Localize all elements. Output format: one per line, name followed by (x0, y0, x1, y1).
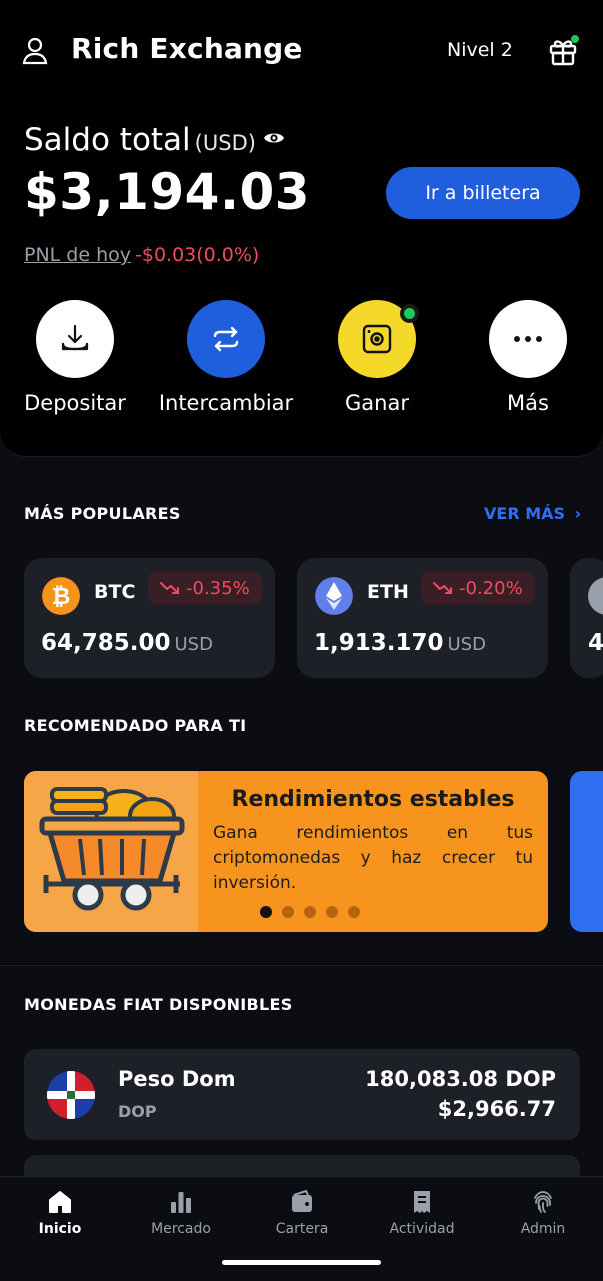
eth-symbol: ETH (367, 581, 409, 603)
dominican-flag-icon (47, 1071, 95, 1119)
nav-activity[interactable]: Actividad (362, 1189, 482, 1237)
fiat-usd-value: $2,966.77 (437, 1097, 556, 1121)
promo-dot[interactable] (260, 906, 272, 918)
nav-home-label: Inicio (38, 1221, 82, 1237)
home-indicator[interactable] (222, 1260, 381, 1265)
promo-banner[interactable]: Rendimientos estables Gana rendimientos … (24, 771, 548, 932)
promo-dot[interactable] (282, 906, 294, 918)
nav-market-label: Mercado (151, 1221, 211, 1237)
nav-market[interactable]: Mercado (121, 1189, 241, 1237)
promo-text: Gana rendimientos en tus criptomonedas y… (213, 823, 533, 893)
swap-button[interactable] (187, 300, 265, 378)
fiat-code: DOP (118, 1102, 157, 1121)
recommended-title: RECOMENDADO PARA TI (24, 716, 247, 735)
home-icon (49, 1191, 71, 1213)
svg-text:₿: ₿ (52, 584, 71, 610)
fiat-name: Peso Dom (118, 1067, 236, 1091)
btc-price: 64,785.00 USD (41, 630, 213, 656)
next-promo-banner[interactable] (570, 771, 603, 932)
nav-home[interactable]: Inicio (0, 1189, 120, 1237)
earn-action[interactable]: Ganar (302, 300, 452, 415)
see-more-link[interactable]: VER MÁS › (484, 504, 581, 523)
fiat-item-dop[interactable]: Peso Dom DOP 180,083.08 DOP $2,966.77 (24, 1049, 580, 1140)
go-to-wallet-button[interactable]: Ir a billetera (386, 167, 580, 219)
nav-wallet[interactable]: Cartera (242, 1189, 362, 1237)
mining-cart-icon (39, 787, 185, 911)
nav-wallet-label: Cartera (275, 1221, 329, 1237)
partial-coin-logo-icon (588, 577, 603, 615)
eth-price-unit: USD (447, 634, 486, 655)
bottom-navigation: Inicio Mercado Cartera Actividad Admin (0, 1176, 603, 1281)
swap-label: Intercambiar (158, 391, 294, 415)
trend-down-icon (433, 582, 452, 594)
eth-price-value: 1,913.170 (314, 630, 444, 656)
deposit-label: Depositar (24, 391, 126, 415)
btc-change-badge: -0.35% (148, 571, 262, 605)
eth-change: -0.20% (459, 577, 523, 599)
balance-amount: $3,194.03 (24, 163, 311, 221)
eth-price: 1,913.170 USD (314, 630, 486, 656)
eth-change-badge: -0.20% (421, 571, 535, 605)
coin-card-partial[interactable]: 4 (570, 558, 603, 678)
eth-logo-icon (315, 577, 353, 615)
receipt-icon (414, 1191, 430, 1213)
promo-illustration (24, 771, 198, 932)
deposit-button[interactable] (36, 300, 114, 378)
user-icon[interactable] (22, 37, 48, 65)
bar-chart-icon (171, 1192, 191, 1213)
fingerprint-icon (534, 1191, 552, 1213)
btc-change: -0.35% (186, 577, 250, 599)
btc-price-value: 64,785.00 (41, 630, 171, 656)
btc-price-unit: USD (174, 634, 213, 655)
section-divider (0, 965, 603, 966)
more-action[interactable]: Más (453, 300, 603, 415)
pnl-label[interactable]: PNL de hoy (24, 244, 131, 266)
balance-currency: (USD) (194, 131, 256, 155)
nav-activity-label: Actividad (389, 1221, 455, 1237)
wallet-icon (292, 1189, 312, 1212)
popular-title: MÁS POPULARES (24, 504, 181, 523)
earn-notification-dot (404, 308, 415, 319)
promo-pagination (260, 906, 360, 918)
promo-dot[interactable] (348, 906, 360, 918)
user-level[interactable]: Nivel 2 (447, 39, 513, 61)
trend-down-icon (160, 582, 179, 594)
deposit-action[interactable]: Depositar (0, 300, 150, 415)
more-label: Más (507, 391, 549, 415)
balance-label: Saldo total (USD) (24, 122, 256, 158)
deposit-icon (61, 324, 89, 351)
app-title: Rich Exchange (71, 32, 303, 65)
promo-dot[interactable] (326, 906, 338, 918)
pnl-today: PNL de hoy -$0.03(0.0%) (24, 244, 259, 266)
earn-button[interactable] (338, 300, 416, 378)
balance-label-text: Saldo total (24, 122, 191, 158)
eye-icon[interactable] (263, 129, 285, 147)
app-header: Rich Exchange Nivel 2 (0, 0, 603, 104)
nav-admin[interactable]: Admin (483, 1189, 603, 1237)
chevron-right-icon: › (574, 504, 582, 523)
swap-action[interactable]: Intercambiar (151, 300, 301, 415)
fiat-amount: 180,083.08 DOP (365, 1067, 556, 1091)
see-more-label: VER MÁS (484, 504, 566, 523)
nav-admin-label: Admin (520, 1221, 566, 1237)
notification-dot (571, 35, 579, 43)
swap-icon (213, 326, 239, 352)
promo-title: Rendimientos estables (231, 787, 515, 812)
more-icon (514, 336, 542, 342)
btc-symbol: BTC (94, 581, 136, 603)
partial-coin-price: 4 (588, 630, 603, 656)
fiat-title: MONEDAS FIAT DISPONIBLES (24, 995, 293, 1014)
btc-logo-icon: ₿ (42, 577, 80, 615)
more-button[interactable] (489, 300, 567, 378)
pnl-value: -$0.03(0.0%) (135, 244, 260, 266)
earn-icon (362, 324, 392, 354)
earn-label: Ganar (345, 391, 409, 415)
promo-dot[interactable] (304, 906, 316, 918)
